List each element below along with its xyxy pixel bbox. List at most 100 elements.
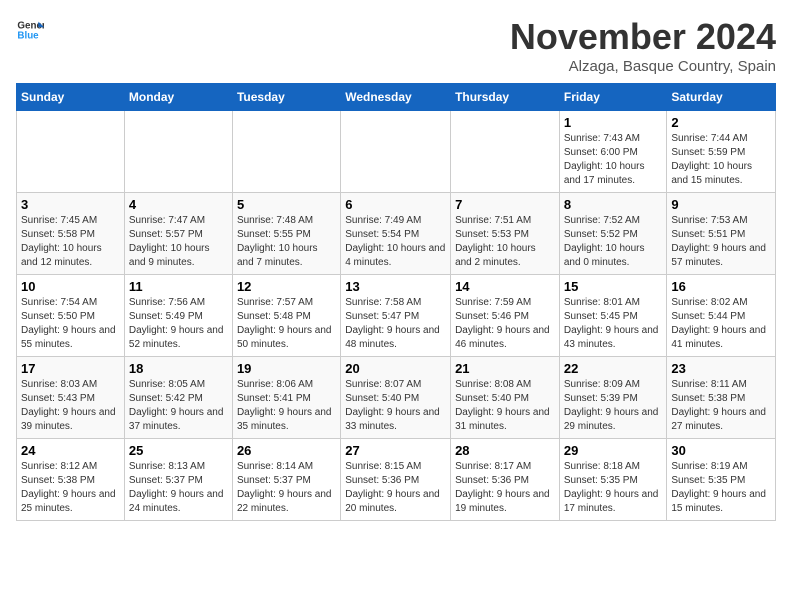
calendar-cell: 8Sunrise: 7:52 AM Sunset: 5:52 PM Daylig… (559, 193, 667, 275)
day-number: 27 (345, 443, 446, 458)
weekday-header-saturday: Saturday (667, 84, 776, 111)
day-number: 20 (345, 361, 446, 376)
calendar-cell (341, 111, 451, 193)
calendar-cell: 2 Sunrise: 7:44 AM Sunset: 5:59 PM Daylig… (667, 111, 776, 193)
day-number: 10 (21, 279, 120, 294)
day-detail: Sunrise: 8:02 AM Sunset: 5:44 PM Dayligh… (671, 296, 771, 352)
day-detail: Sunrise: 7:58 AM Sunset: 5:47 PM Dayligh… (345, 296, 446, 352)
day-number: 17 (21, 361, 120, 376)
day-detail: Sunrise: 8:07 AM Sunset: 5:40 PM Dayligh… (345, 378, 446, 434)
day-number: 28 (455, 443, 555, 458)
day-number: 26 (237, 443, 336, 458)
calendar-cell: 19 Sunrise: 8:06 AM Sunset: 5:41 PM Dayli… (232, 357, 340, 439)
day-detail: Sunrise: 8:12 AM Sunset: 5:38 PM Dayligh… (21, 460, 120, 516)
calendar-cell (17, 111, 125, 193)
day-number: 21 (455, 361, 555, 376)
day-detail: Sunrise: 7:52 AM Sunset: 5:52 PM Dayligh… (564, 214, 663, 270)
calendar-cell: 28 Sunrise: 8:17 AM Sunset: 5:36 PM Dayli… (451, 439, 560, 521)
day-number: 7 (455, 197, 555, 212)
calendar-cell: 26 Sunrise: 8:14 AM Sunset: 5:37 PM Dayli… (232, 439, 340, 521)
day-number: 3 (21, 197, 120, 212)
calendar-cell: 7Sunrise: 7:51 AM Sunset: 5:53 PM Daylig… (451, 193, 560, 275)
day-detail: Sunrise: 7:45 AM Sunset: 5:58 PM Dayligh… (21, 214, 120, 270)
weekday-header-sunday: Sunday (17, 84, 125, 111)
day-detail: Sunrise: 8:03 AM Sunset: 5:43 PM Dayligh… (21, 378, 120, 434)
day-detail: Sunrise: 8:11 AM Sunset: 5:38 PM Dayligh… (671, 378, 771, 434)
week-row-5: 24 Sunrise: 8:12 AM Sunset: 5:38 PM Dayli… (17, 439, 776, 521)
day-number: 4 (129, 197, 228, 212)
day-number: 9 (671, 197, 771, 212)
day-detail: Sunrise: 7:44 AM Sunset: 5:59 PM Dayligh… (671, 132, 771, 188)
weekday-header-thursday: Thursday (451, 84, 560, 111)
day-detail: Sunrise: 7:59 AM Sunset: 5:46 PM Dayligh… (455, 296, 555, 352)
day-detail: Sunrise: 7:48 AM Sunset: 5:55 PM Dayligh… (237, 214, 336, 270)
day-number: 5 (237, 197, 336, 212)
day-detail: Sunrise: 8:08 AM Sunset: 5:40 PM Dayligh… (455, 378, 555, 434)
calendar-cell: 1 Sunrise: 7:43 AM Sunset: 6:00 PM Daylig… (559, 111, 667, 193)
calendar-cell: 16 Sunrise: 8:02 AM Sunset: 5:44 PM Dayli… (667, 275, 776, 357)
calendar-cell: 12 Sunrise: 7:57 AM Sunset: 5:48 PM Dayli… (232, 275, 340, 357)
day-detail: Sunrise: 7:56 AM Sunset: 5:49 PM Dayligh… (129, 296, 228, 352)
calendar-cell (451, 111, 560, 193)
calendar-cell: 14 Sunrise: 7:59 AM Sunset: 5:46 PM Dayli… (451, 275, 560, 357)
day-number: 30 (671, 443, 771, 458)
day-number: 12 (237, 279, 336, 294)
calendar-cell (232, 111, 340, 193)
calendar-cell: 30Sunrise: 8:19 AM Sunset: 5:35 PM Dayli… (667, 439, 776, 521)
calendar-cell: 27 Sunrise: 8:15 AM Sunset: 5:36 PM Dayli… (341, 439, 451, 521)
week-row-4: 17 Sunrise: 8:03 AM Sunset: 5:43 PM Dayli… (17, 357, 776, 439)
day-detail: Sunrise: 7:49 AM Sunset: 5:54 PM Dayligh… (345, 214, 446, 270)
day-number: 23 (671, 361, 771, 376)
svg-text:Blue: Blue (17, 30, 39, 41)
calendar-cell: 9 Sunrise: 7:53 AM Sunset: 5:51 PM Daylig… (667, 193, 776, 275)
calendar-cell: 11Sunrise: 7:56 AM Sunset: 5:49 PM Dayli… (124, 275, 232, 357)
day-number: 13 (345, 279, 446, 294)
day-number: 18 (129, 361, 228, 376)
calendar-cell: 15 Sunrise: 8:01 AM Sunset: 5:45 PM Dayli… (559, 275, 667, 357)
logo-icon: General Blue (16, 16, 44, 44)
day-number: 15 (564, 279, 663, 294)
week-row-1: 1 Sunrise: 7:43 AM Sunset: 6:00 PM Daylig… (17, 111, 776, 193)
weekday-header-wednesday: Wednesday (341, 84, 451, 111)
calendar-cell: 23 Sunrise: 8:11 AM Sunset: 5:38 PM Dayli… (667, 357, 776, 439)
day-number: 2 (671, 115, 771, 130)
day-detail: Sunrise: 8:17 AM Sunset: 5:36 PM Dayligh… (455, 460, 555, 516)
calendar-cell: 3 Sunrise: 7:45 AM Sunset: 5:58 PM Daylig… (17, 193, 125, 275)
day-detail: Sunrise: 8:18 AM Sunset: 5:35 PM Dayligh… (564, 460, 663, 516)
day-detail: Sunrise: 7:53 AM Sunset: 5:51 PM Dayligh… (671, 214, 771, 270)
day-number: 19 (237, 361, 336, 376)
day-detail: Sunrise: 8:13 AM Sunset: 5:37 PM Dayligh… (129, 460, 228, 516)
day-detail: Sunrise: 7:57 AM Sunset: 5:48 PM Dayligh… (237, 296, 336, 352)
calendar-cell: 6Sunrise: 7:49 AM Sunset: 5:54 PM Daylig… (341, 193, 451, 275)
day-number: 16 (671, 279, 771, 294)
calendar-cell: 25 Sunrise: 8:13 AM Sunset: 5:37 PM Dayli… (124, 439, 232, 521)
day-number: 24 (21, 443, 120, 458)
day-number: 14 (455, 279, 555, 294)
day-detail: Sunrise: 8:05 AM Sunset: 5:42 PM Dayligh… (129, 378, 228, 434)
day-number: 1 (564, 115, 663, 130)
day-detail: Sunrise: 8:06 AM Sunset: 5:41 PM Dayligh… (237, 378, 336, 434)
day-detail: Sunrise: 8:14 AM Sunset: 5:37 PM Dayligh… (237, 460, 336, 516)
calendar-cell: 10Sunrise: 7:54 AM Sunset: 5:50 PM Dayli… (17, 275, 125, 357)
weekday-header-monday: Monday (124, 84, 232, 111)
week-row-3: 10Sunrise: 7:54 AM Sunset: 5:50 PM Dayli… (17, 275, 776, 357)
day-detail: Sunrise: 8:01 AM Sunset: 5:45 PM Dayligh… (564, 296, 663, 352)
month-title: November 2024 (510, 16, 776, 58)
calendar-cell: 24 Sunrise: 8:12 AM Sunset: 5:38 PM Dayli… (17, 439, 125, 521)
calendar-cell: 21 Sunrise: 8:08 AM Sunset: 5:40 PM Dayli… (451, 357, 560, 439)
day-detail: Sunrise: 8:15 AM Sunset: 5:36 PM Dayligh… (345, 460, 446, 516)
day-detail: Sunrise: 7:43 AM Sunset: 6:00 PM Dayligh… (564, 132, 663, 188)
weekday-header-tuesday: Tuesday (232, 84, 340, 111)
day-number: 22 (564, 361, 663, 376)
calendar-table: SundayMondayTuesdayWednesdayThursdayFrid… (16, 83, 776, 521)
calendar-cell: 13 Sunrise: 7:58 AM Sunset: 5:47 PM Dayli… (341, 275, 451, 357)
calendar-cell: 22 Sunrise: 8:09 AM Sunset: 5:39 PM Dayli… (559, 357, 667, 439)
week-row-2: 3 Sunrise: 7:45 AM Sunset: 5:58 PM Daylig… (17, 193, 776, 275)
day-number: 25 (129, 443, 228, 458)
calendar-cell: 20 Sunrise: 8:07 AM Sunset: 5:40 PM Dayli… (341, 357, 451, 439)
header: General Blue November 2024 Alzaga, Basqu… (16, 16, 776, 75)
day-detail: Sunrise: 8:09 AM Sunset: 5:39 PM Dayligh… (564, 378, 663, 434)
title-area: November 2024 Alzaga, Basque Country, Sp… (510, 16, 776, 75)
calendar-cell: 29 Sunrise: 8:18 AM Sunset: 5:35 PM Dayli… (559, 439, 667, 521)
day-number: 29 (564, 443, 663, 458)
